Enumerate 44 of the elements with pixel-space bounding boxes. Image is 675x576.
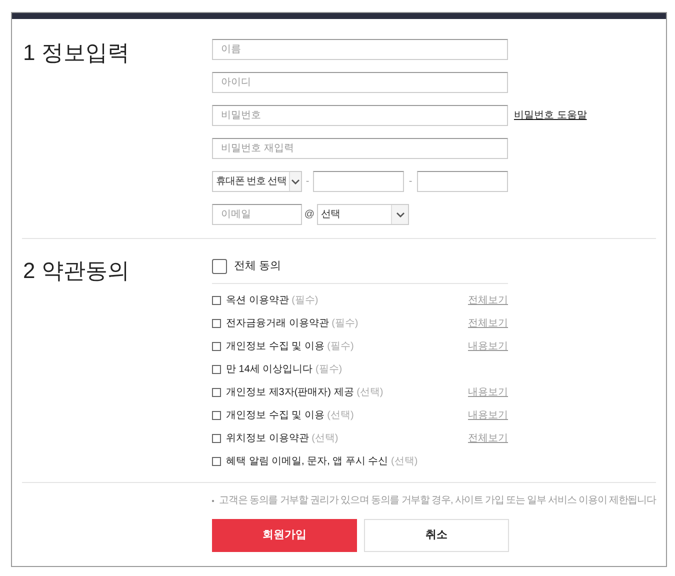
view-link[interactable]: 전체보기 [468,316,508,331]
name-field[interactable]: 이름 [212,39,508,60]
checkbox[interactable] [212,258,227,274]
checkbox[interactable] [212,434,221,443]
checkbox[interactable] [212,342,221,351]
term-label: 개인정보 제3자(판매자) 제공 (선택) [226,386,384,400]
phone-last-field[interactable] [417,171,508,192]
dash-separator: - [408,175,414,189]
select-field[interactable]: 휴대폰 번호 선택 [212,171,302,192]
view-link[interactable]: 내용보기 [468,339,508,354]
checkbox[interactable] [212,319,221,328]
password-help-link[interactable]: 비밀번호 도움말 [514,108,587,123]
password-field[interactable]: 비밀번호 [212,105,508,126]
view-link[interactable]: 내용보기 [468,385,508,400]
term-label: 개인정보 수집 및 이용 (필수) [226,340,354,354]
term-label: 전자금융거래 이용약관 (필수) [226,317,358,331]
select-field[interactable]: 선택 [317,204,409,225]
password-confirm-field[interactable]: 비밀번호 재입력 [212,138,508,159]
chevron-down-icon [396,212,404,218]
term-label: 위치정보 이용약관 (선택) [226,432,338,446]
checkbox[interactable] [212,411,221,420]
at-sign: @ [303,208,316,222]
term-label: 옥션 이용약관 (필수) [226,294,318,308]
view-link[interactable]: 전체보기 [468,293,508,308]
cancel-button[interactable]: 취소 [364,519,509,552]
id-field[interactable]: 아이디 [212,72,508,93]
view-link[interactable]: 내용보기 [468,408,508,423]
chevron-down-icon [291,178,300,184]
view-link[interactable]: 전체보기 [468,431,508,446]
signup-button[interactable]: 회원가입 [212,519,357,552]
dash-separator: - [304,175,310,189]
phone-middle-field[interactable] [313,171,404,192]
checkbox[interactable] [212,365,221,374]
checkbox[interactable] [212,457,221,466]
checkbox[interactable] [212,388,221,397]
term-label: 만 14세 이상입니다 (필수) [226,363,342,377]
term-label: 혜택 알림 이메일, 문자, 앱 푸시 수신 (선택) [226,455,418,469]
term-label: 개인정보 수집 및 이용 (선택) [226,409,354,423]
section-title: 2 약관동의 [22,257,130,285]
notice-text: 고객은 동의를 거부할 권리가 있으며 동의를 거부할 경우, 사이트 가입 또는 일부 서비스 이용이 제한됩니다 [219,494,656,508]
section-title: 1 정보입력 [22,39,130,67]
email-field[interactable]: 이메일 [212,204,302,225]
agree-all-label: 전체 동의 [234,258,282,274]
checkbox[interactable] [212,296,221,305]
